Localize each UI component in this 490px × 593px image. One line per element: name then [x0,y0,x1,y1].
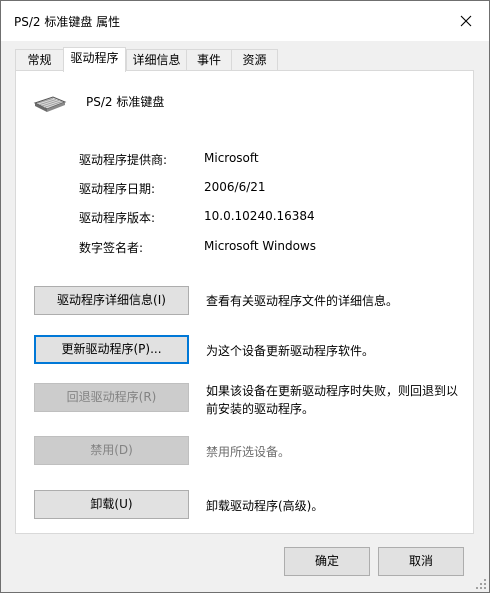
cancel-button[interactable]: 取消 [378,547,464,576]
uninstall-description: 卸载驱动程序(高级)。 [206,499,324,513]
close-icon [460,15,472,27]
title-bar: PS/2 标准键盘 属性 [1,1,489,41]
driver-date-label: 驱动程序日期: [79,182,156,196]
uninstall-button[interactable]: 卸载(U) [34,490,189,519]
disable-device-description: 禁用所选设备。 [206,445,291,459]
tab-general[interactable]: 常规 [15,49,64,71]
tab-resources[interactable]: 资源 [231,49,278,71]
tab-events[interactable]: 事件 [186,49,232,71]
resize-grip-icon[interactable] [476,579,487,590]
roll-back-driver-description: 如果该设备在更新驱动程序时失败，则回退到以前安装的驱动程序。 [206,384,459,416]
update-driver-button[interactable]: 更新驱动程序(P)... [34,335,189,364]
properties-dialog: PS/2 标准键盘 属性 常规 驱动程序 详细信息 事件 资源 PS/2 标准键… [0,0,490,593]
digital-signer-value: Microsoft Windows [204,239,316,253]
driver-version-label: 驱动程序版本: [79,211,156,225]
digital-signer-label: 数字签名者: [79,241,144,255]
close-button[interactable] [443,1,489,41]
window-title: PS/2 标准键盘 属性 [14,15,121,29]
disable-device-button[interactable]: 禁用(D) [34,436,189,465]
ok-button[interactable]: 确定 [284,547,370,576]
driver-date-value: 2006/6/21 [204,180,266,194]
update-driver-description: 为这个设备更新驱动程序软件。 [206,344,375,358]
driver-version-value: 10.0.10240.16384 [204,209,315,223]
tab-driver[interactable]: 驱动程序 [63,47,126,72]
tab-details[interactable]: 详细信息 [126,49,187,71]
driver-details-description: 查看有关驱动程序文件的详细信息。 [206,294,399,308]
roll-back-driver-button[interactable]: 回退驱动程序(R) [34,383,189,412]
driver-details-button[interactable]: 驱动程序详细信息(I) [34,286,189,315]
driver-provider-label: 驱动程序提供商: [79,153,168,167]
driver-provider-value: Microsoft [204,151,259,165]
device-name: PS/2 标准键盘 [86,95,165,109]
driver-tab-panel: PS/2 标准键盘 驱动程序提供商: Microsoft 驱动程序日期: 200… [15,70,474,534]
keyboard-icon [33,96,67,112]
